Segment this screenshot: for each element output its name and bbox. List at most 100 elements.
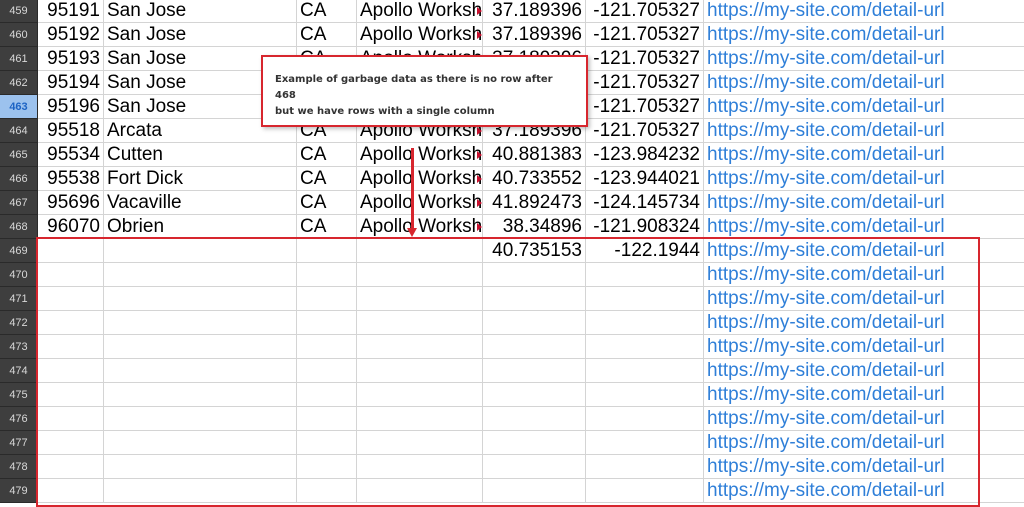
cell-company-text: Apollo Worksh: [360, 144, 483, 165]
row-header[interactable]: 478: [0, 455, 38, 479]
row-header[interactable]: 460: [0, 23, 38, 47]
cell-state[interactable]: CA: [297, 143, 357, 167]
cell-latitude[interactable]: 37.189396: [483, 23, 586, 47]
overflow-indicator-icon: [477, 151, 482, 159]
cell-url[interactable]: https://my-site.com/detail-url: [704, 119, 1024, 143]
cell-company-text: Apollo Worksh: [360, 216, 483, 237]
table-row[interactable]: 465 95534 Cutten CA Apollo Worksh 40.881…: [0, 143, 1024, 167]
cell-zip[interactable]: 95191: [38, 0, 104, 23]
table-row[interactable]: 460 95192 San Jose CA Apollo Worksh 37.1…: [0, 23, 1024, 47]
overflow-indicator-icon: [477, 175, 482, 183]
cell-state[interactable]: CA: [297, 167, 357, 191]
garbage-rows-highlight: [36, 237, 980, 507]
cell-company-text: Apollo Worksh: [360, 0, 483, 21]
cell-city[interactable]: San Jose: [104, 0, 297, 23]
cell-company[interactable]: Apollo Worksh: [357, 215, 483, 239]
cell-company[interactable]: Apollo Worksh: [357, 143, 483, 167]
cell-zip[interactable]: 95192: [38, 23, 104, 47]
cell-zip[interactable]: 95196: [38, 95, 104, 119]
row-header[interactable]: 465: [0, 143, 38, 167]
cell-city[interactable]: Obrien: [104, 215, 297, 239]
cell-url[interactable]: https://my-site.com/detail-url: [704, 47, 1024, 71]
overflow-indicator-icon: [477, 223, 482, 231]
cell-company[interactable]: Apollo Worksh: [357, 167, 483, 191]
annotation-callout: Example of garbage data as there is no r…: [261, 55, 588, 127]
cell-url[interactable]: https://my-site.com/detail-url: [704, 0, 1024, 23]
cell-longitude[interactable]: -121.705327: [586, 95, 704, 119]
cell-url[interactable]: https://my-site.com/detail-url: [704, 143, 1024, 167]
cell-company[interactable]: Apollo Worksh: [357, 0, 483, 23]
row-header[interactable]: 464: [0, 119, 38, 143]
cell-city[interactable]: Fort Dick: [104, 167, 297, 191]
cell-url[interactable]: https://my-site.com/detail-url: [704, 215, 1024, 239]
cell-zip[interactable]: 95518: [38, 119, 104, 143]
row-header[interactable]: 461: [0, 47, 38, 71]
annotation-line-1: Example of garbage data as there is no r…: [275, 74, 553, 101]
cell-longitude[interactable]: -121.705327: [586, 47, 704, 71]
cell-latitude[interactable]: 41.892473: [483, 191, 586, 215]
cell-company[interactable]: Apollo Worksh: [357, 191, 483, 215]
cell-company[interactable]: Apollo Worksh: [357, 23, 483, 47]
cell-zip[interactable]: 95538: [38, 167, 104, 191]
cell-city[interactable]: San Jose: [104, 23, 297, 47]
cell-url[interactable]: https://my-site.com/detail-url: [704, 191, 1024, 215]
cell-company-text: Apollo Worksh: [360, 192, 483, 213]
cell-longitude[interactable]: -123.944021: [586, 167, 704, 191]
row-header[interactable]: 462: [0, 71, 38, 95]
cell-zip[interactable]: 96070: [38, 215, 104, 239]
cell-state[interactable]: CA: [297, 0, 357, 23]
cell-zip[interactable]: 95193: [38, 47, 104, 71]
cell-state[interactable]: CA: [297, 191, 357, 215]
overflow-indicator-icon: [477, 31, 482, 39]
cell-longitude[interactable]: -121.908324: [586, 215, 704, 239]
row-header[interactable]: 470: [0, 263, 38, 287]
cell-longitude[interactable]: -121.705327: [586, 119, 704, 143]
cell-zip[interactable]: 95696: [38, 191, 104, 215]
row-header[interactable]: 472: [0, 311, 38, 335]
row-header[interactable]: 459: [0, 0, 38, 23]
cell-city[interactable]: Vacaville: [104, 191, 297, 215]
cell-longitude[interactable]: -121.705327: [586, 71, 704, 95]
cell-latitude[interactable]: 37.189396: [483, 0, 586, 23]
overflow-indicator-icon: [477, 127, 482, 135]
cell-url[interactable]: https://my-site.com/detail-url: [704, 23, 1024, 47]
cell-latitude[interactable]: 38.34896: [483, 215, 586, 239]
row-header[interactable]: 468: [0, 215, 38, 239]
annotation-arrow: [411, 148, 414, 230]
cell-latitude[interactable]: 40.733552: [483, 167, 586, 191]
annotation-line-2: but we have rows with a single column: [275, 106, 495, 117]
cell-url[interactable]: https://my-site.com/detail-url: [704, 167, 1024, 191]
cell-url[interactable]: https://my-site.com/detail-url: [704, 71, 1024, 95]
row-header[interactable]: 477: [0, 431, 38, 455]
cell-zip[interactable]: 95534: [38, 143, 104, 167]
row-header[interactable]: 476: [0, 407, 38, 431]
cell-state[interactable]: CA: [297, 23, 357, 47]
cell-longitude[interactable]: -121.705327: [586, 23, 704, 47]
row-header[interactable]: 475: [0, 383, 38, 407]
cell-url[interactable]: https://my-site.com/detail-url: [704, 95, 1024, 119]
cell-latitude[interactable]: 40.881383: [483, 143, 586, 167]
cell-state[interactable]: CA: [297, 215, 357, 239]
arrow-head-icon: [407, 228, 417, 237]
cell-company-text: Apollo Worksh: [360, 24, 483, 45]
row-header[interactable]: 473: [0, 335, 38, 359]
table-row[interactable]: 468 96070 Obrien CA Apollo Worksh 38.348…: [0, 215, 1024, 239]
row-header[interactable]: 466: [0, 167, 38, 191]
cell-longitude[interactable]: -124.145734: [586, 191, 704, 215]
cell-longitude[interactable]: -123.984232: [586, 143, 704, 167]
cell-city[interactable]: Cutten: [104, 143, 297, 167]
row-header[interactable]: 463: [0, 95, 38, 119]
overflow-indicator-icon: [477, 7, 482, 15]
table-row[interactable]: 466 95538 Fort Dick CA Apollo Worksh 40.…: [0, 167, 1024, 191]
row-header[interactable]: 469: [0, 239, 38, 263]
row-header[interactable]: 471: [0, 287, 38, 311]
table-row[interactable]: 467 95696 Vacaville CA Apollo Worksh 41.…: [0, 191, 1024, 215]
cell-zip[interactable]: 95194: [38, 71, 104, 95]
row-header[interactable]: 467: [0, 191, 38, 215]
cell-longitude[interactable]: -121.705327: [586, 0, 704, 23]
row-header[interactable]: 479: [0, 479, 38, 503]
cell-company-text: Apollo Worksh: [360, 168, 483, 189]
row-header[interactable]: 474: [0, 359, 38, 383]
overflow-indicator-icon: [477, 199, 482, 207]
table-row[interactable]: 459 95191 San Jose CA Apollo Worksh 37.1…: [0, 0, 1024, 23]
